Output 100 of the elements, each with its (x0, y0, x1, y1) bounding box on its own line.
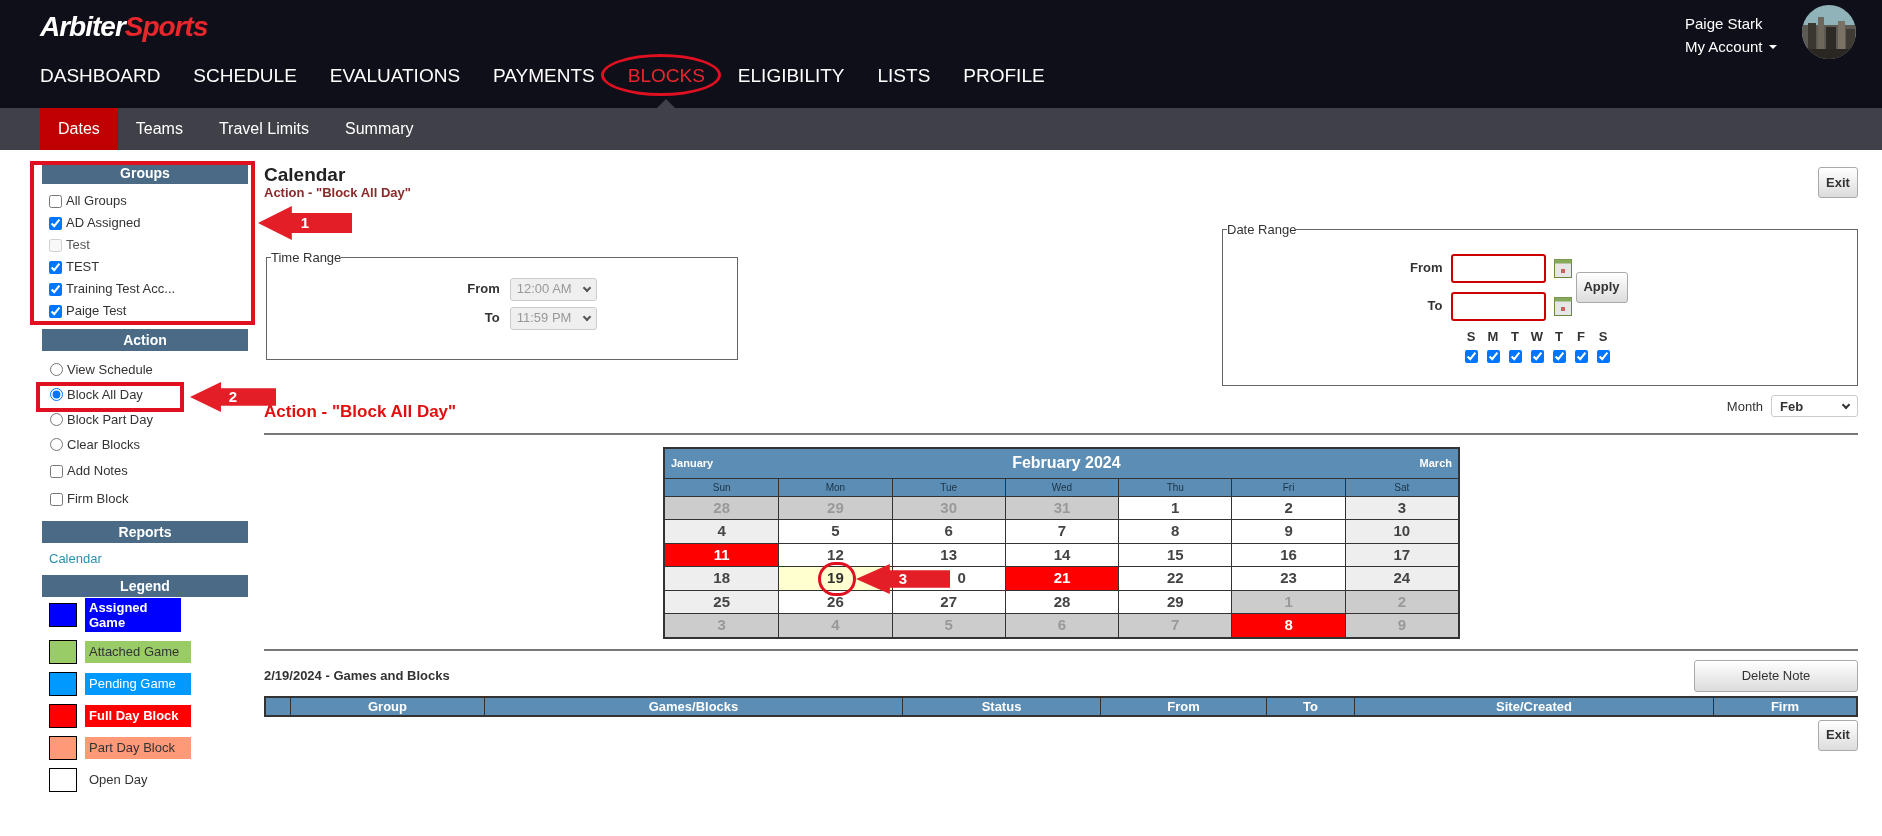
panel-legend: Time Range (271, 248, 342, 268)
calendar-day[interactable]: 21 (1004, 566, 1119, 590)
calendar-day[interactable]: 10 (1344, 519, 1458, 543)
radio-label[interactable]: Block All Day (67, 384, 143, 405)
legend-label: Assigned Game (85, 597, 181, 632)
checkbox-label[interactable]: AD Assigned (66, 213, 141, 233)
checkbox[interactable] (49, 260, 62, 274)
calendar-icon[interactable] (1553, 296, 1572, 316)
panel-legend: Date Range (1227, 220, 1297, 240)
column-header: To (1266, 697, 1354, 715)
nav-link[interactable]: ELIGIBILITY (737, 62, 845, 91)
checkbox[interactable] (49, 194, 62, 208)
radio-button[interactable] (50, 363, 63, 376)
month-select[interactable]: Feb (1771, 395, 1858, 418)
radio-button[interactable] (50, 438, 63, 451)
subnav-tab[interactable]: Summary (327, 108, 432, 150)
checkbox[interactable] (1530, 350, 1544, 363)
calendar-day[interactable]: 22 (1118, 566, 1232, 590)
calendar-day[interactable]: 2 (1231, 495, 1345, 519)
calendar-day[interactable]: 3 (1344, 495, 1458, 519)
calendar-day[interactable]: 0 (957, 567, 966, 590)
column-header: From (1100, 697, 1266, 715)
user-name: Paige Stark (1685, 14, 1764, 34)
logo[interactable]: ArbiterSports (40, 6, 208, 48)
calendar-day[interactable]: 27 (891, 589, 1005, 613)
calendar-day[interactable]: 16 (1231, 542, 1345, 566)
checkbox[interactable] (1486, 350, 1500, 363)
calendar-day[interactable]: 5 (778, 519, 892, 543)
radio-label[interactable]: Block Part Day (67, 409, 153, 430)
calendar-day[interactable]: 28 (1004, 589, 1119, 613)
checkbox-label[interactable]: All Groups (66, 191, 127, 211)
calendar-day[interactable]: 12 (778, 542, 892, 566)
exit-button[interactable]: Exit (1818, 719, 1858, 751)
radio-button[interactable] (50, 413, 63, 426)
nav-link[interactable]: SCHEDULE (193, 62, 297, 91)
next-month-link[interactable]: March (1419, 454, 1452, 472)
calendar-day[interactable]: 8 (1118, 519, 1232, 543)
calendar-day[interactable]: 18 (665, 566, 779, 590)
checkbox[interactable] (49, 304, 62, 318)
checkbox[interactable] (49, 216, 62, 230)
calendar-day[interactable]: 29 (1118, 589, 1232, 613)
nav-link[interactable]: EVALUATIONS (329, 62, 461, 91)
radio-button[interactable] (50, 388, 63, 401)
radio-label[interactable]: Clear Blocks (67, 434, 140, 455)
checkbox[interactable] (1464, 350, 1478, 363)
calendar-day[interactable]: 13 (891, 542, 1005, 566)
report-link[interactable]: Calendar (49, 551, 102, 566)
nav-link[interactable]: LISTS (877, 62, 931, 91)
section-title: 2/19/2024 - Games and Blocks (264, 666, 450, 685)
subnav-tab[interactable]: Teams (117, 108, 201, 150)
section-header: Action (42, 329, 248, 351)
nav-link[interactable]: PROFILE (963, 62, 1045, 91)
apply-button[interactable]: Apply (1575, 271, 1628, 303)
checkbox-label[interactable]: Add Notes (67, 461, 128, 481)
subnav-tab[interactable]: Dates (40, 108, 118, 150)
field-label: To (483, 309, 500, 328)
calendar-day[interactable]: 17 (1344, 542, 1458, 566)
checkbox[interactable] (1552, 350, 1566, 363)
checkbox-label[interactable]: Training Test Acc... (66, 279, 176, 299)
checkbox-label[interactable]: Paige Test (66, 301, 127, 321)
checkbox-label[interactable]: Firm Block (67, 489, 129, 509)
checkbox-label[interactable]: TEST (66, 257, 100, 277)
checkbox[interactable] (1508, 350, 1522, 363)
date-input[interactable] (1450, 291, 1546, 321)
checkbox[interactable] (50, 492, 63, 506)
weekday-letter: S (1466, 327, 1476, 346)
calendar-day[interactable]: 11 (665, 542, 779, 566)
checkbox[interactable] (1596, 350, 1610, 363)
legend-label: Full Day Block (85, 704, 191, 727)
calendar-day[interactable]: 23 (1231, 566, 1345, 590)
exit-button[interactable]: Exit (1818, 167, 1858, 198)
page-subtitle: Action - "Block All Day" (264, 186, 411, 200)
calendar-day[interactable]: 15 (1118, 542, 1232, 566)
section-header: Reports (42, 521, 248, 543)
calendar-day[interactable]: 6 (891, 519, 1005, 543)
calendar-day[interactable]: 9 (1231, 519, 1345, 543)
calendar-day[interactable]: 7 (1004, 519, 1119, 543)
field-label: To (1426, 297, 1443, 316)
date-input[interactable] (1450, 253, 1546, 283)
annotation-arrow: 3 (856, 564, 950, 594)
nav-link[interactable]: PAYMENTS (493, 62, 595, 91)
subnav-tab[interactable]: Travel Limits (200, 108, 327, 150)
checkbox[interactable] (50, 464, 63, 478)
calendar-day[interactable]: 14 (1004, 542, 1119, 566)
calendar-day[interactable]: 24 (1344, 566, 1458, 590)
nav-link[interactable]: DASHBOARD (40, 62, 161, 91)
calendar-icon[interactable] (1553, 258, 1572, 278)
radio-label[interactable]: View Schedule (67, 359, 153, 380)
checkbox[interactable] (49, 282, 62, 296)
calendar-day[interactable]: 8 (1231, 613, 1345, 637)
action-heading: Action - "Block All Day" (264, 401, 457, 423)
calendar-day[interactable]: 1 (1118, 495, 1232, 519)
account-menu[interactable]: My Account (1685, 35, 1777, 58)
weekday-letter: T (1555, 327, 1563, 346)
delete-note-button[interactable]: Delete Note (1694, 659, 1858, 692)
prev-month-link[interactable]: January (671, 454, 714, 472)
calendar-day[interactable]: 25 (665, 589, 779, 613)
weekday-letter: W (1530, 327, 1544, 346)
checkbox[interactable] (1574, 350, 1588, 363)
calendar-day[interactable]: 4 (665, 519, 779, 543)
